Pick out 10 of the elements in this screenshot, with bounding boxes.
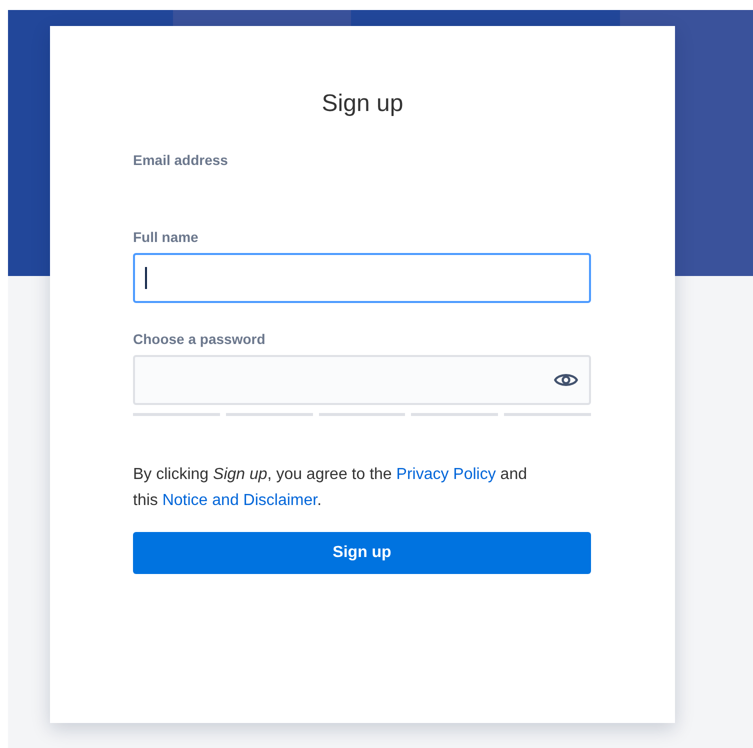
field-label: Choose a password <box>133 331 266 347</box>
privacy-policy-link[interactable]: Privacy Policy <box>396 466 496 483</box>
agreement-text: By clicking Sign up, you agree to the Privacy Policy and this Notice and Disclaimer. <box>133 465 528 511</box>
signup-button[interactable]: Sign up <box>133 532 591 574</box>
field-label: Email address <box>133 152 228 168</box>
input-field[interactable] <box>133 253 591 303</box>
disclaimer-link[interactable]: Notice and Disclaimer <box>162 492 318 509</box>
password-field[interactable] <box>133 355 591 405</box>
form-title: Sign up <box>322 90 404 118</box>
field-label: Full name <box>133 229 198 245</box>
